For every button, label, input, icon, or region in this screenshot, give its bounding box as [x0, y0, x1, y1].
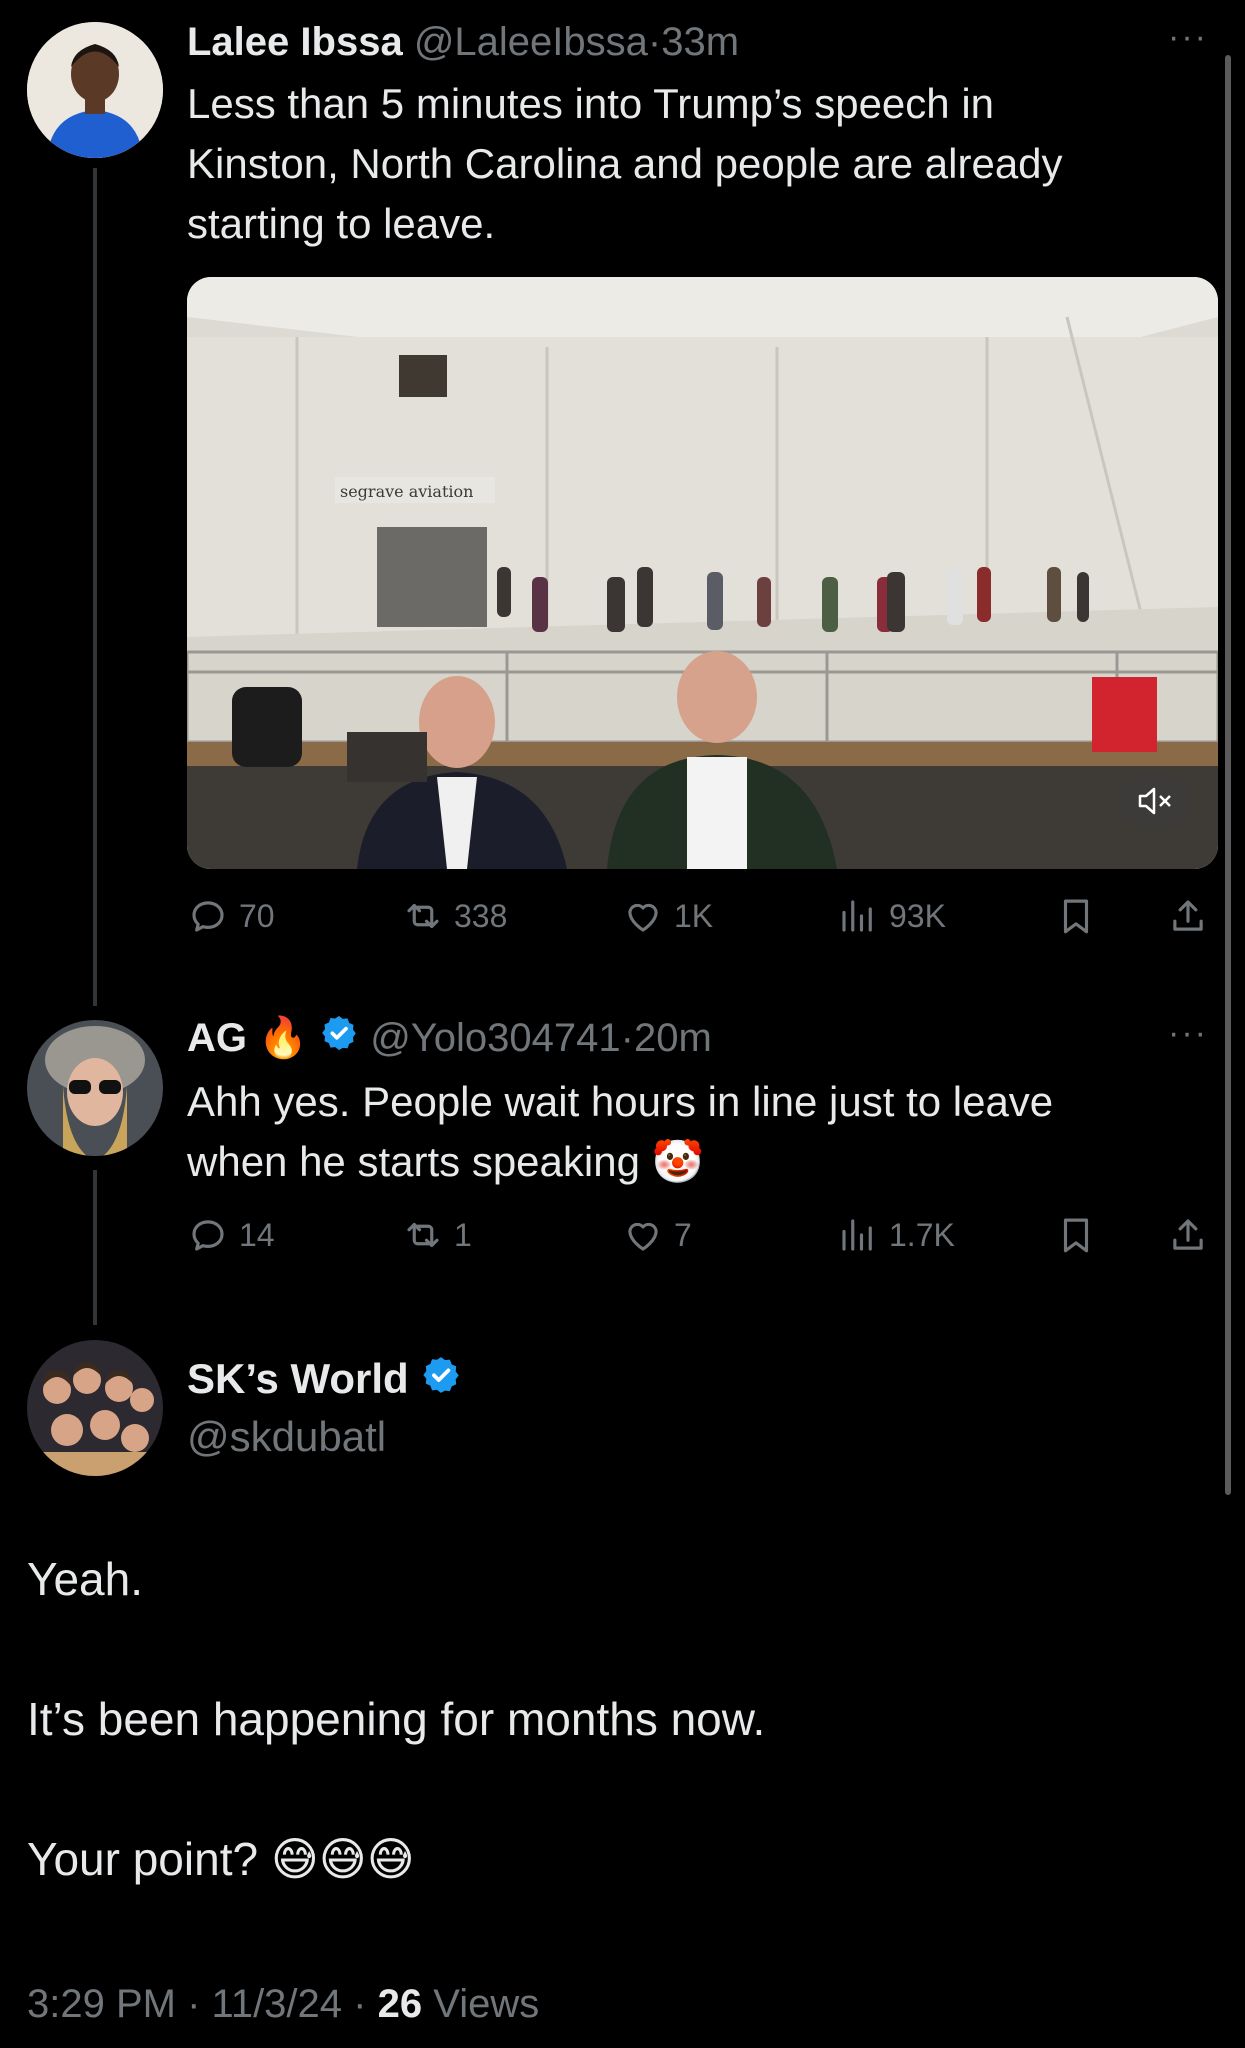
- avatar-skworld[interactable]: [27, 1340, 163, 1476]
- author-handle[interactable]: @Yolo304741: [370, 1016, 620, 1060]
- separator: ·: [647, 20, 662, 64]
- thread-line: [93, 168, 97, 1006]
- verified-badge-icon: [420, 1353, 462, 1411]
- timestamp[interactable]: 33m: [661, 20, 739, 64]
- views-count: 1.7K: [889, 1216, 955, 1253]
- bookmark-button[interactable]: [1055, 1214, 1097, 1256]
- tweet-2-text: Ahh yes. People wait hours in line just …: [187, 1072, 1187, 1192]
- verified-badge-icon: [319, 1012, 359, 1068]
- mute-icon: [1138, 787, 1171, 815]
- like-count: 1K: [674, 897, 714, 934]
- mute-button[interactable]: [1120, 774, 1190, 828]
- author-name[interactable]: Lalee Ibssa: [187, 20, 403, 64]
- views-count: 26: [377, 1982, 423, 2026]
- author-name[interactable]: AG: [187, 1016, 247, 1060]
- avatar-ag[interactable]: [27, 1020, 163, 1156]
- author-handle[interactable]: @LaleeIbssa: [414, 20, 648, 64]
- repost-count: 338: [454, 897, 508, 934]
- bookmark-icon: [1063, 899, 1089, 934]
- scrollbar[interactable]: [1225, 55, 1231, 1495]
- tweet-2-actions: 14 1 7 1.7K: [187, 1214, 1217, 1262]
- reply-count: 14: [239, 1216, 275, 1253]
- avatar-lalee[interactable]: [27, 22, 163, 158]
- tweet-1-text: Less than 5 minutes into Trump’s speech …: [187, 74, 1187, 254]
- video-frame: segrave aviation: [187, 277, 1218, 869]
- bookmark-icon: [1063, 1218, 1089, 1253]
- bookmark-button[interactable]: [1055, 895, 1097, 937]
- paragraph: Yeah.: [27, 1553, 143, 1605]
- author-handle[interactable]: @skdubatl: [187, 1408, 386, 1466]
- thread-line: [93, 1170, 97, 1325]
- like-icon: [628, 903, 658, 932]
- reply-button[interactable]: 14: [187, 1214, 275, 1256]
- share-button[interactable]: [1167, 895, 1209, 937]
- text-line: Ahh yes. People wait hours in line just …: [187, 1078, 1054, 1125]
- tweet-2-header: AG 🔥 @Yolo304741·20m: [187, 1010, 712, 1068]
- text-line: Less than 5 minutes into Trump’s speech …: [187, 80, 995, 127]
- post-date[interactable]: 11/3/24: [212, 1982, 343, 2026]
- paragraph: It’s been happening for months now.: [27, 1693, 766, 1745]
- tweet-1-actions: 70 338 1K 93K: [187, 895, 1217, 943]
- reply-icon: [192, 901, 224, 932]
- like-count: 7: [674, 1216, 692, 1253]
- text-line-with-emoji: when he starts speaking 🤡: [187, 1132, 1187, 1192]
- share-icon: [1173, 900, 1203, 931]
- repost-icon: [407, 1222, 439, 1248]
- more-icon[interactable]: ···: [1168, 1014, 1208, 1053]
- author-name[interactable]: SK’s World: [187, 1355, 409, 1402]
- paragraph: Your point?: [27, 1833, 259, 1885]
- like-icon: [628, 1222, 658, 1251]
- repost-button[interactable]: 1: [402, 1214, 472, 1256]
- text-line: when he starts speaking: [187, 1138, 640, 1185]
- like-button[interactable]: 7: [622, 1214, 692, 1256]
- tweet-footer: 3:29 PM · 11/3/24 · 26 Views: [27, 1976, 539, 2032]
- views-button[interactable]: 93K: [837, 895, 946, 937]
- reply-icon: [192, 1220, 224, 1251]
- sweat-smile-emojis: 😅😅😅: [270, 1833, 415, 1885]
- text-line: Kinston, North Carolina and people are a…: [187, 140, 1063, 187]
- views-icon: [842, 900, 872, 932]
- views-label: Views: [433, 1982, 540, 2026]
- separator: ·: [187, 1982, 201, 2026]
- views-icon: [842, 1219, 872, 1251]
- text-line: starting to leave.: [187, 200, 496, 247]
- clown-emoji: 🤡: [651, 1138, 704, 1185]
- post-time[interactable]: 3:29 PM: [27, 1982, 176, 2026]
- timestamp[interactable]: 20m: [634, 1016, 712, 1060]
- fire-emoji: 🔥: [258, 1016, 308, 1060]
- paragraph-with-emoji: Your point? 😅😅😅: [27, 1832, 415, 1886]
- separator: ·: [620, 1016, 634, 1060]
- like-button[interactable]: 1K: [622, 895, 713, 937]
- views-button[interactable]: 1.7K: [837, 1214, 955, 1256]
- media-sign-text: segrave aviation: [340, 482, 473, 501]
- repost-count: 1: [454, 1216, 472, 1253]
- share-icon: [1173, 1219, 1203, 1250]
- share-button[interactable]: [1167, 1214, 1209, 1256]
- reply-count: 70: [239, 897, 275, 934]
- repost-button[interactable]: 338: [402, 895, 507, 937]
- tweet-1-video[interactable]: segrave aviation: [187, 277, 1218, 869]
- repost-icon: [407, 903, 439, 929]
- tweet-1-header: Lalee Ibssa @LaleeIbssa·33m: [187, 14, 739, 70]
- views-count: 93K: [889, 897, 946, 934]
- separator: ·: [353, 1982, 367, 2026]
- reply-button[interactable]: 70: [187, 895, 275, 937]
- main-author-name: SK’s World: [187, 1350, 462, 1411]
- more-icon[interactable]: ···: [1168, 18, 1208, 57]
